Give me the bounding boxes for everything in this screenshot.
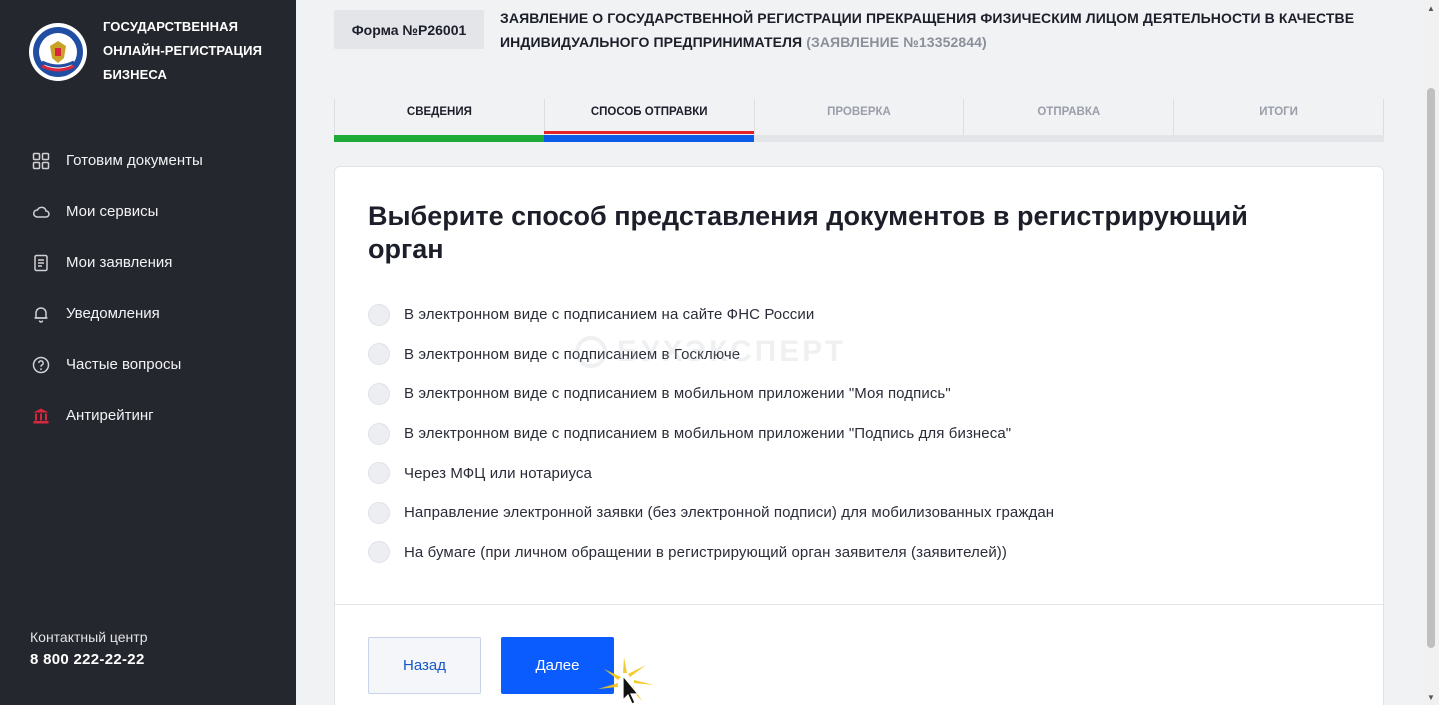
sidebar-item-faq[interactable]: Частые вопросы (0, 339, 296, 390)
tab-progress-bar (753, 135, 965, 142)
tab-progress-bar (334, 135, 545, 142)
option-label: Через МФЦ или нотариуса (404, 464, 592, 482)
page-title: ЗАЯВЛЕНИЕ О ГОСУДАРСТВЕННОЙ РЕГИСТРАЦИИ … (500, 6, 1390, 54)
option-paper[interactable]: На бумаге (при личном обращении в регист… (368, 533, 1268, 573)
delivery-options: В электронном виде с подписанием на сайт… (368, 295, 1268, 572)
radio-button[interactable] (368, 343, 390, 366)
radio-button[interactable] (368, 501, 390, 524)
brand-line: ГОСУДАРСТВЕННАЯ (103, 19, 239, 34)
option-mobilized-citizens[interactable]: Направление электронной заявки (без элек… (368, 493, 1268, 533)
scroll-up-arrow-icon[interactable]: ▲ (1423, 0, 1439, 16)
form-number-badge: Форма №Р26001 (334, 10, 484, 49)
next-button[interactable]: Далее (501, 637, 614, 694)
option-fns-site[interactable]: В электронном виде с подписанием на сайт… (368, 295, 1268, 335)
tab-progress-bar (543, 131, 755, 142)
sidebar-item-label: Мои сервисы (66, 203, 159, 220)
brand-title: ГОСУДАРСТВЕННАЯ ОНЛАЙН-РЕГИСТРАЦИЯ БИЗНЕ… (103, 15, 283, 87)
sidebar-item-label: Частые вопросы (66, 356, 182, 373)
scroll-down-arrow-icon[interactable]: ▼ (1423, 689, 1439, 705)
option-label: В электронном виде с подписанием в Госкл… (404, 345, 741, 363)
tab-progress-bar (963, 135, 1175, 142)
sidebar: ГОСУДАРСТВЕННАЯ ОНЛАЙН-РЕГИСТРАЦИЯ БИЗНЕ… (0, 0, 296, 705)
scrollbar[interactable]: ▲ ▼ (1423, 0, 1439, 705)
option-label: В электронном виде с подписанием в мобил… (404, 425, 1012, 443)
cloud-icon (31, 202, 51, 222)
radio-button[interactable] (368, 422, 390, 445)
contact-phone[interactable]: 8 800 222-22-22 (30, 651, 148, 668)
tab-check[interactable]: ПРОВЕРКА (753, 99, 965, 142)
option-goskey[interactable]: В электронном виде с подписанием в Госкл… (368, 335, 1268, 375)
option-label: Направление электронной заявки (без элек… (404, 504, 1055, 522)
contact-label: Контактный центр (30, 629, 148, 645)
sidebar-item-antirating[interactable]: Антирейтинг (0, 390, 296, 441)
radio-button[interactable] (368, 382, 390, 405)
sidebar-item-label: Мои заявления (66, 254, 173, 271)
brand-line: БИЗНЕСА (103, 67, 168, 82)
tab-delivery-method[interactable]: СПОСОБ ОТПРАВКИ (543, 99, 755, 142)
scroll-thumb[interactable] (1427, 88, 1435, 648)
option-my-signature-app[interactable]: В электронном виде с подписанием в мобил… (368, 374, 1268, 414)
radio-button[interactable] (368, 303, 390, 326)
contact-center: Контактный центр 8 800 222-22-22 (30, 629, 148, 668)
option-mfc-notary[interactable]: Через МФЦ или нотариуса (368, 453, 1268, 493)
sidebar-item-label: Готовим документы (66, 152, 203, 169)
tab-label: ОТПРАВКА (1037, 106, 1101, 118)
sidebar-item-documents[interactable]: Готовим документы (0, 135, 296, 186)
sidebar-item-label: Антирейтинг (66, 407, 154, 424)
sidebar-item-label: Уведомления (66, 305, 160, 322)
fns-emblem-logo[interactable] (28, 22, 88, 82)
bank-icon (31, 406, 51, 426)
radio-button[interactable] (368, 462, 390, 485)
question-icon (31, 355, 51, 375)
divider (335, 604, 1383, 605)
radio-button[interactable] (368, 541, 390, 564)
tab-label: ИТОГИ (1259, 106, 1298, 118)
sidebar-item-notifications[interactable]: Уведомления (0, 288, 296, 339)
tab-progress-bar (1173, 135, 1384, 142)
option-label: В электронном виде с подписанием на сайт… (404, 306, 815, 324)
tab-details[interactable]: СВЕДЕНИЯ (334, 99, 545, 142)
delivery-method-card: Выберите способ представления документов… (334, 166, 1384, 705)
sidebar-nav: Готовим документы Мои сервисы Мои заявле… (0, 135, 296, 441)
tab-results[interactable]: ИТОГИ (1173, 99, 1384, 142)
grid-icon (31, 151, 51, 171)
application-number: (ЗАЯВЛЕНИЕ №13352844) (806, 34, 987, 50)
step-tabs: СВЕДЕНИЯ СПОСОБ ОТПРАВКИ ПРОВЕРКА ОТПРАВ… (334, 99, 1384, 142)
tab-label: СВЕДЕНИЯ (406, 106, 472, 118)
card-heading: Выберите способ представления документов… (368, 201, 1248, 264)
back-button[interactable]: Назад (368, 637, 481, 694)
option-label: На бумаге (при личном обращении в регист… (404, 543, 1007, 561)
sidebar-item-services[interactable]: Мои сервисы (0, 186, 296, 237)
tab-send[interactable]: ОТПРАВКА (963, 99, 1175, 142)
sidebar-item-applications[interactable]: Мои заявления (0, 237, 296, 288)
option-label: В электронном виде с подписанием в мобил… (404, 385, 951, 403)
option-business-signature-app[interactable]: В электронном виде с подписанием в мобил… (368, 414, 1268, 454)
tab-label: ПРОВЕРКА (827, 106, 891, 118)
document-icon (31, 253, 51, 273)
brand-line: ОНЛАЙН-РЕГИСТРАЦИЯ (103, 43, 263, 58)
tab-label: СПОСОБ ОТПРАВКИ (590, 106, 708, 118)
bell-icon (31, 304, 51, 324)
